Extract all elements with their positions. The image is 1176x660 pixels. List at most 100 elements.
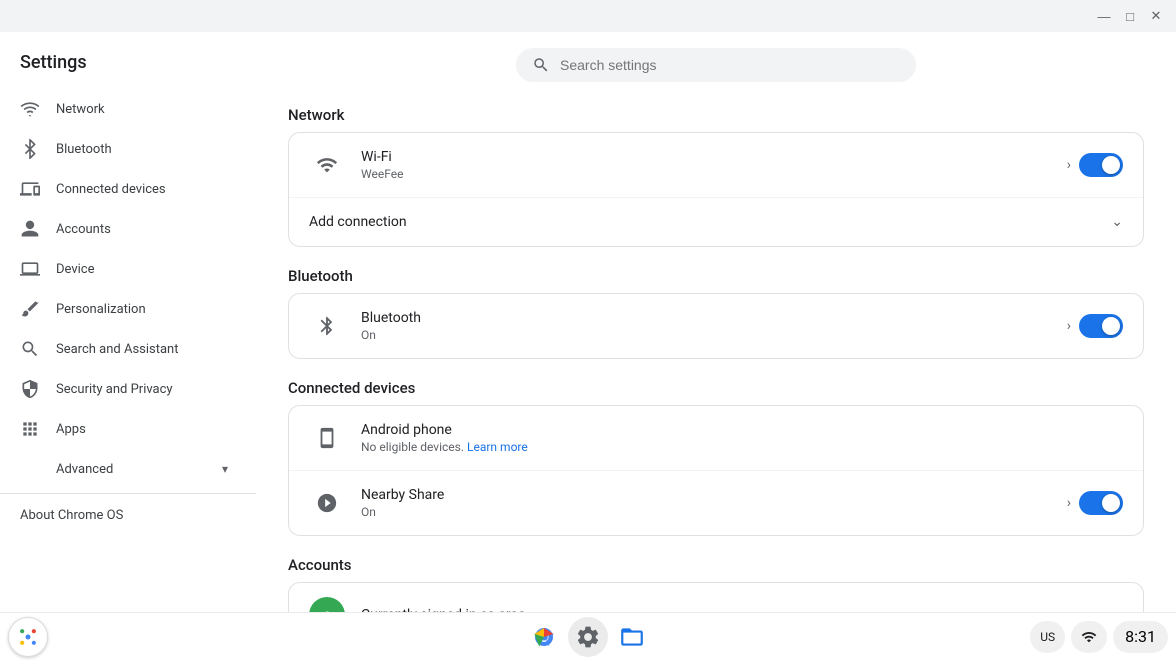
- status-time: 8:31: [1125, 627, 1156, 646]
- taskbar-left: [8, 617, 524, 657]
- android-phone-row-content: Android phone No eligible devices. Learn…: [361, 422, 1123, 454]
- sidebar-item-personalization-label: Personalization: [56, 302, 228, 317]
- bluetooth-card: Bluetooth On ›: [288, 293, 1144, 359]
- devices-icon: [20, 179, 40, 199]
- sidebar-item-advanced[interactable]: Advanced ▾: [0, 449, 248, 489]
- connected-devices-section-title: Connected devices: [288, 379, 1144, 397]
- nearby-share-row-subtitle: On: [361, 505, 1067, 519]
- sidebar-item-security-privacy[interactable]: Security and Privacy: [0, 369, 248, 409]
- bluetooth-row[interactable]: Bluetooth On ›: [289, 294, 1143, 358]
- nearby-share-chevron-icon: ›: [1067, 495, 1071, 511]
- sidebar-item-network[interactable]: Network: [0, 89, 248, 129]
- sidebar-item-bluetooth[interactable]: Bluetooth: [0, 129, 248, 169]
- nearby-share-row-title: Nearby Share: [361, 487, 1067, 503]
- wifi-row-action: ›: [1067, 153, 1123, 177]
- android-phone-icon: [309, 420, 345, 456]
- wifi-row-title: Wi-Fi: [361, 149, 1067, 165]
- sidebar-item-personalization[interactable]: Personalization: [0, 289, 248, 329]
- network-section-title: Network: [288, 106, 1144, 124]
- taskbar-app-chrome[interactable]: [524, 617, 564, 657]
- title-bar: — □ ✕: [0, 0, 1176, 32]
- search-icon: [20, 339, 40, 359]
- bluetooth-row-content: Bluetooth On: [361, 310, 1067, 342]
- close-button[interactable]: ✕: [1144, 4, 1168, 28]
- add-connection-chevron-icon: ⌄: [1111, 214, 1123, 230]
- sidebar-item-connected-devices-label: Connected devices: [56, 182, 228, 197]
- taskbar-app-settings[interactable]: [568, 617, 608, 657]
- bluetooth-chevron-icon: ›: [1067, 318, 1071, 334]
- search-input[interactable]: [560, 57, 880, 73]
- apps-icon: [20, 419, 40, 439]
- wifi-row[interactable]: Wi-Fi WeeFee ›: [289, 133, 1143, 198]
- sidebar-item-search-assistant[interactable]: Search and Assistant: [0, 329, 248, 369]
- sidebar-item-device[interactable]: Device: [0, 249, 248, 289]
- ime-button[interactable]: US: [1030, 621, 1065, 653]
- minimize-button[interactable]: —: [1092, 4, 1116, 28]
- search-bar-icon: [532, 56, 550, 74]
- main-content: Network Wi-Fi WeeFee ›: [256, 32, 1176, 612]
- sidebar-item-network-label: Network: [56, 102, 228, 117]
- nearby-share-toggle[interactable]: [1079, 491, 1123, 515]
- nearby-share-row-content: Nearby Share On: [361, 487, 1067, 519]
- wifi-toggle[interactable]: [1079, 153, 1123, 177]
- sidebar-item-bluetooth-label: Bluetooth: [56, 142, 228, 157]
- wifi-row-icon: [309, 147, 345, 183]
- bluetooth-row-subtitle: On: [361, 328, 1067, 342]
- status-area[interactable]: 8:31: [1113, 621, 1168, 653]
- accounts-card: c Currently signed in as cros ›: [288, 582, 1144, 612]
- sidebar-item-accounts[interactable]: Accounts: [0, 209, 248, 249]
- account-row[interactable]: c Currently signed in as cros ›: [289, 583, 1143, 612]
- android-phone-learn-more-link[interactable]: Learn more: [467, 440, 528, 454]
- sidebar-item-accounts-label: Accounts: [56, 222, 228, 237]
- connected-devices-card: Android phone No eligible devices. Learn…: [288, 405, 1144, 536]
- launcher-button[interactable]: [8, 617, 48, 657]
- nearby-share-row-action: ›: [1067, 491, 1123, 515]
- app-title: Settings: [0, 40, 256, 89]
- bluetooth-row-icon: [309, 308, 345, 344]
- nearby-share-row[interactable]: Nearby Share On ›: [289, 471, 1143, 535]
- search-bar[interactable]: [516, 48, 916, 82]
- android-phone-row[interactable]: Android phone No eligible devices. Learn…: [289, 406, 1143, 471]
- sidebar-item-about[interactable]: About Chrome OS: [0, 498, 256, 533]
- shield-icon: [20, 379, 40, 399]
- android-phone-row-subtitle: No eligible devices. Learn more: [361, 440, 1123, 454]
- taskbar: US 8:31: [0, 612, 1176, 660]
- network-card: Wi-Fi WeeFee › Add connection ⌄: [288, 132, 1144, 247]
- wifi-row-content: Wi-Fi WeeFee: [361, 149, 1067, 181]
- advanced-chevron-icon: ▾: [222, 462, 228, 476]
- accounts-section-title: Accounts: [288, 556, 1144, 574]
- add-connection-label: Add connection: [309, 214, 1111, 230]
- taskbar-center: [524, 617, 652, 657]
- sidebar-item-apps[interactable]: Apps: [0, 409, 248, 449]
- sidebar-item-advanced-label: Advanced: [56, 462, 222, 477]
- sidebar-item-device-label: Device: [56, 262, 228, 277]
- bluetooth-section-title: Bluetooth: [288, 267, 1144, 285]
- taskbar-right: US 8:31: [652, 621, 1168, 653]
- bluetooth-toggle[interactable]: [1079, 314, 1123, 338]
- laptop-icon: [20, 259, 40, 279]
- bluetooth-row-action: ›: [1067, 314, 1123, 338]
- account-icon: [20, 219, 40, 239]
- android-phone-row-title: Android phone: [361, 422, 1123, 438]
- advanced-icon: [20, 459, 40, 479]
- bluetooth-icon: [20, 139, 40, 159]
- wifi-icon: [20, 99, 40, 119]
- sidebar: Settings Network Bluetooth: [0, 32, 256, 612]
- nearby-share-icon: [309, 485, 345, 521]
- sidebar-item-search-assistant-label: Search and Assistant: [56, 342, 228, 357]
- wifi-chevron-icon: ›: [1067, 157, 1071, 173]
- wifi-row-subtitle: WeeFee: [361, 167, 1067, 181]
- keyboard-layout-label: US: [1040, 630, 1055, 644]
- brush-icon: [20, 299, 40, 319]
- sidebar-item-connected-devices[interactable]: Connected devices: [0, 169, 248, 209]
- bluetooth-row-title: Bluetooth: [361, 310, 1067, 326]
- taskbar-app-files[interactable]: [612, 617, 652, 657]
- sidebar-item-security-privacy-label: Security and Privacy: [56, 382, 228, 397]
- sidebar-divider: [0, 493, 256, 494]
- add-connection-row[interactable]: Add connection ⌄: [289, 198, 1143, 246]
- sidebar-item-apps-label: Apps: [56, 422, 228, 437]
- avatar: c: [309, 597, 345, 612]
- app-body: Settings Network Bluetooth: [0, 32, 1176, 612]
- maximize-button[interactable]: □: [1118, 4, 1142, 28]
- wifi-status-button[interactable]: [1071, 621, 1107, 653]
